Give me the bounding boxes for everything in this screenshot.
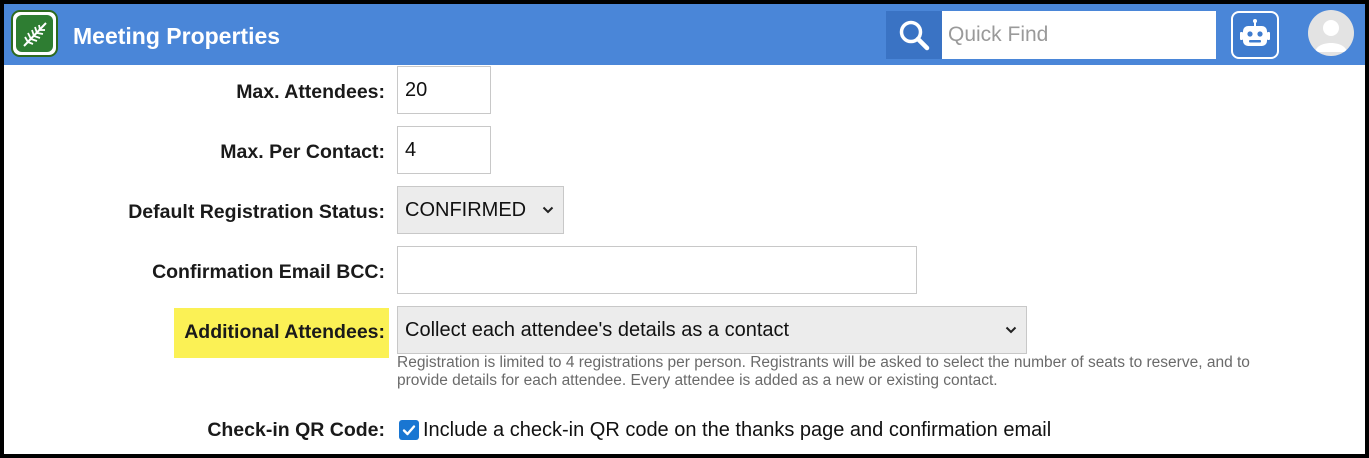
user-avatar-icon — [1315, 20, 1347, 52]
assistant-button[interactable] — [1231, 11, 1279, 59]
search-icon — [899, 20, 930, 51]
max-per-contact-input[interactable] — [397, 126, 491, 174]
leaf-logo-icon — [16, 15, 53, 52]
qr-code-checkbox-label[interactable]: Include a check-in QR code on the thanks… — [423, 416, 1051, 444]
user-avatar[interactable] — [1308, 10, 1354, 56]
app-logo[interactable] — [11, 10, 58, 57]
max-per-contact-label: Max. Per Contact: — [220, 141, 385, 163]
qr-code-checkbox[interactable] — [399, 420, 419, 440]
chevron-down-icon — [1005, 326, 1017, 334]
additional-attendees-label: Additional Attendees: — [184, 321, 385, 343]
default-registration-status-value: CONFIRMED — [405, 198, 527, 221]
page-title: Meeting Properties — [73, 23, 281, 49]
additional-attendees-help-text: Registration is limited to 4 registratio… — [397, 354, 1297, 390]
quick-find-input[interactable] — [942, 11, 1216, 59]
checkmark-icon — [402, 425, 416, 436]
top-bar: Meeting Properties — [4, 4, 1365, 65]
meeting-properties-window: Meeting Properties Quick Find Max. Atten… — [4, 4, 1365, 454]
robot-icon — [1240, 19, 1270, 46]
additional-attendees-select[interactable]: Collect each attendee's details as a con… — [397, 306, 1027, 354]
max-attendees-label: Max. Attendees: — [236, 81, 385, 103]
confirmation-email-bcc-input[interactable] — [397, 246, 917, 294]
default-registration-status-select[interactable]: CONFIRMED — [397, 186, 564, 234]
default-registration-status-label: Default Registration Status: — [128, 201, 385, 223]
confirmation-email-bcc-label: Confirmation Email BCC: — [152, 261, 385, 283]
help-line: Registration is limited to 4 registratio… — [397, 354, 1250, 371]
search-button[interactable] — [886, 11, 942, 59]
check-in-qr-code-label: Check-in QR Code: — [207, 419, 385, 441]
additional-attendees-value: Collect each attendee's details as a con… — [405, 318, 790, 341]
chevron-down-icon — [542, 206, 554, 214]
max-attendees-input[interactable] — [397, 66, 491, 114]
help-line: provide details for each attendee. Every… — [397, 372, 998, 389]
